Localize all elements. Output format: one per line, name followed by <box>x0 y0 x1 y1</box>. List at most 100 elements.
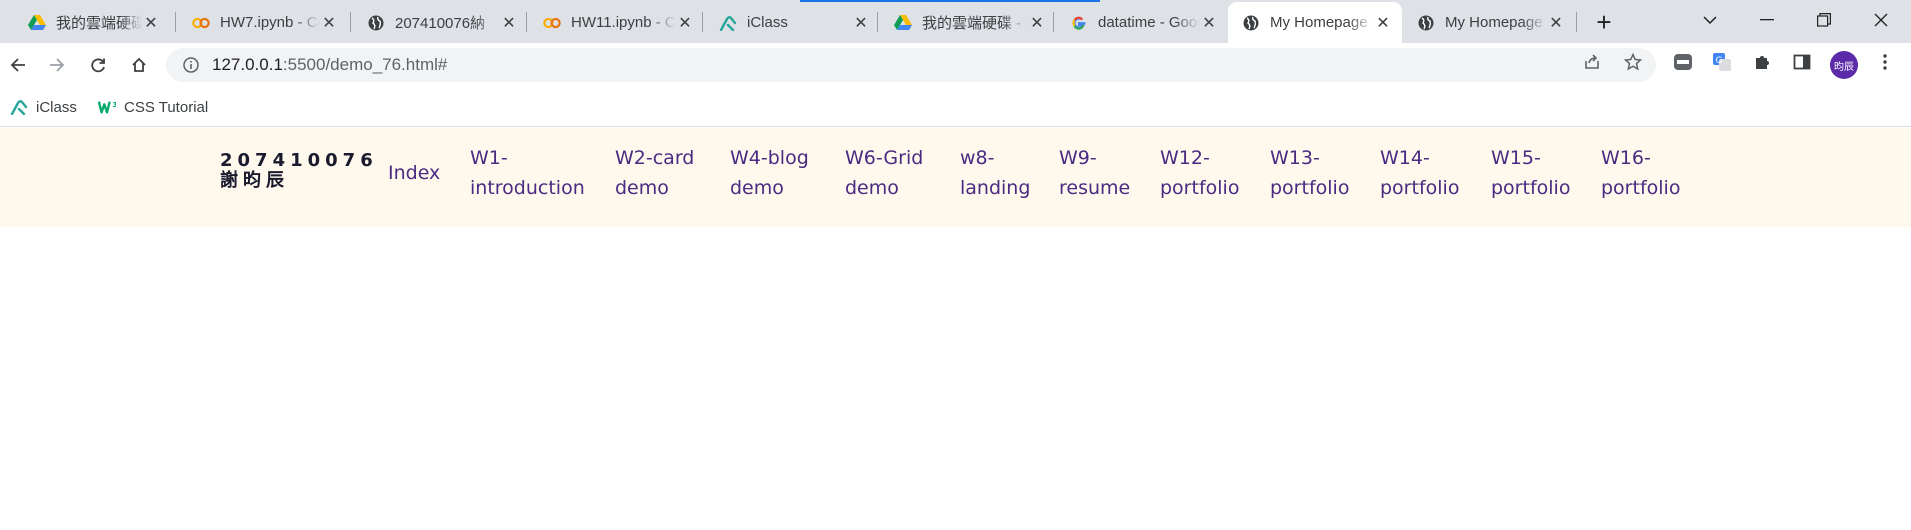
star-icon[interactable] <box>1622 51 1644 73</box>
site-brand[interactable]: 207410076 謝昀辰 <box>220 151 378 191</box>
nav-link-w9[interactable]: W9- resume <box>1059 143 1130 203</box>
close-icon[interactable]: ✕ <box>1200 14 1218 32</box>
nav-link-w4[interactable]: W4-blog demo <box>730 143 809 203</box>
nav-link-label: W4-blog <box>730 147 809 169</box>
nav-link-label: portfolio <box>1160 177 1240 199</box>
nav-link-w8[interactable]: w8- landing <box>960 143 1030 203</box>
bookmark-css-tutorial[interactable]: 3 CSS Tutorial <box>98 95 208 119</box>
forward-button[interactable] <box>42 50 72 80</box>
nav-link-w12[interactable]: W12- portfolio <box>1160 143 1239 203</box>
nav-link-label: W1- <box>470 147 508 169</box>
close-icon[interactable]: ✕ <box>500 14 518 32</box>
address-bar[interactable]: 127.0.0.1:5500/demo_76.html# <box>166 48 1656 82</box>
nav-link-w6[interactable]: W6-Grid demo <box>845 143 923 203</box>
globe-icon <box>1417 14 1435 32</box>
translate-extension-icon[interactable]: G <box>1711 51 1733 73</box>
tab-my-homepage[interactable]: My Homepage ✕ <box>1403 2 1575 43</box>
back-button[interactable] <box>3 50 33 80</box>
nav-link-index[interactable]: Index <box>388 158 440 188</box>
nav-link-label: demo <box>845 177 899 199</box>
tab-separator <box>702 12 703 32</box>
bookmark-iclass[interactable]: iClass <box>10 95 77 119</box>
tab-hw11[interactable]: HW11.ipynb - Colaboratory ✕ <box>529 2 704 43</box>
nav-link-label: landing <box>960 177 1031 199</box>
close-icon[interactable]: ✕ <box>1028 14 1046 32</box>
close-icon[interactable]: ✕ <box>676 14 694 32</box>
close-icon[interactable]: ✕ <box>852 14 870 32</box>
nav-link-label: demo <box>730 177 784 199</box>
colab-icon <box>543 14 561 32</box>
tab-title: iClass <box>747 14 788 31</box>
url-host: 127.0.0.1 <box>212 55 283 74</box>
nav-link-w15[interactable]: W15- portfolio <box>1491 143 1570 203</box>
info-icon[interactable] <box>182 56 200 74</box>
tab-separator <box>1053 12 1054 32</box>
tab-title: My Homepage <box>1270 14 1368 31</box>
nav-link-label: portfolio <box>1270 177 1350 199</box>
minimize-button[interactable] <box>1739 0 1795 40</box>
home-button[interactable] <box>124 50 154 80</box>
nav-link-w14[interactable]: W14- portfolio <box>1380 143 1459 203</box>
home-icon <box>132 57 146 72</box>
profile-avatar[interactable]: 昀辰 <box>1830 51 1858 79</box>
tab-separator <box>350 12 351 32</box>
tab-title: 我的雲端硬碟 - Google <box>56 15 142 32</box>
nav-link-w13[interactable]: W13- portfolio <box>1270 143 1349 203</box>
nav-link-label: demo <box>615 177 669 199</box>
tab-207410076[interactable]: 207410076納 ✕ <box>353 2 528 43</box>
nav-link-label: portfolio <box>1380 177 1460 199</box>
nav-link-label: W6-Grid <box>845 147 924 169</box>
nav-link-label: W2-card <box>615 147 695 169</box>
nav-link-label: W15- <box>1491 147 1541 169</box>
tab-my-homepage-active[interactable]: My Homepage ✕ <box>1228 2 1402 43</box>
reload-button[interactable] <box>83 50 113 80</box>
arrow-left-icon <box>10 58 25 72</box>
tab-separator <box>175 12 176 32</box>
tab-strip: 我的雲端硬碟 - Google ✕ HW7.ipynb - Colaborato… <box>0 0 1911 43</box>
tab-datatime[interactable]: datatime - Google ✕ <box>1056 2 1228 43</box>
site-navbar: 207410076 謝昀辰 Index W1- introduction W2-c… <box>0 128 1911 227</box>
bookmark-label: iClass <box>36 98 77 116</box>
globe-icon <box>1242 14 1260 32</box>
iclass-icon <box>10 98 28 116</box>
tab-title: My Homepage <box>1445 14 1543 31</box>
iclass-icon <box>719 14 737 32</box>
brand-name: 謝昀辰 <box>220 170 289 191</box>
tab-search-button[interactable] <box>1682 0 1738 40</box>
close-icon[interactable]: ✕ <box>1547 14 1565 32</box>
nav-link-w1[interactable]: W1- introduction <box>470 143 585 203</box>
line-extension-icon[interactable] <box>1672 51 1694 73</box>
side-panel-icon[interactable] <box>1791 51 1813 73</box>
google-drive-icon <box>894 14 912 32</box>
nav-link-label: portfolio <box>1601 177 1681 199</box>
restore-icon <box>1817 13 1831 27</box>
close-icon[interactable]: ✕ <box>142 14 160 32</box>
nav-link-label: W13- <box>1270 147 1320 169</box>
kebab-menu-icon[interactable] <box>1874 51 1896 73</box>
close-window-button[interactable] <box>1853 0 1909 40</box>
close-icon[interactable]: ✕ <box>1374 14 1392 32</box>
tab-title: HW11.ipynb - Colaboratory <box>571 14 676 31</box>
minimize-icon <box>1760 19 1774 21</box>
nav-link-label: W12- <box>1160 147 1210 169</box>
nav-link-w2[interactable]: W2-card demo <box>615 143 694 203</box>
brand-id: 207410076 <box>220 150 378 171</box>
new-tab-button[interactable]: + <box>1590 7 1618 37</box>
browser-toolbar: 127.0.0.1:5500/demo_76.html# G 昀辰 <box>0 43 1911 87</box>
tab-iclass[interactable]: iClass ✕ <box>705 2 880 43</box>
nav-link-w16[interactable]: W16- portfolio <box>1601 143 1680 203</box>
tab-google-drive[interactable]: 我的雲端硬碟 - Google ✕ <box>14 2 170 43</box>
extensions-puzzle-icon[interactable] <box>1751 51 1773 73</box>
nav-link-label: portfolio <box>1491 177 1571 199</box>
tab-hw7[interactable]: HW7.ipynb - Colaboratory ✕ <box>178 2 348 43</box>
globe-icon <box>367 14 385 32</box>
nav-link-label: W9- <box>1059 147 1097 169</box>
restore-button[interactable] <box>1796 0 1852 40</box>
reload-icon <box>91 58 105 73</box>
tab-google-drive-2[interactable]: 我的雲端硬碟 - Google ✕ <box>880 2 1056 43</box>
share-icon[interactable] <box>1581 51 1603 73</box>
tab-separator <box>526 12 527 32</box>
nav-link-label: W14- <box>1380 147 1430 169</box>
nav-link-label: W16- <box>1601 147 1651 169</box>
close-icon[interactable]: ✕ <box>320 14 338 32</box>
